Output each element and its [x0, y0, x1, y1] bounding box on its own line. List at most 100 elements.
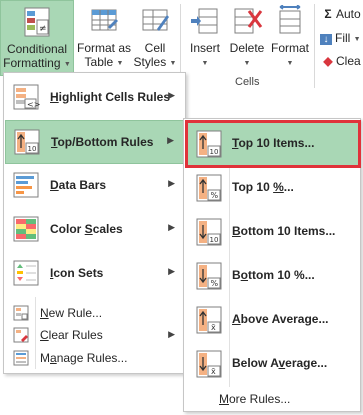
menu-item-label: Icon Sets — [50, 266, 104, 280]
format-cells-icon — [274, 4, 306, 40]
menu-item-label: Highlight Cells Rules — [50, 90, 171, 104]
chevron-right-icon: ▶ — [168, 329, 175, 339]
cell-styles-button[interactable]: Cell Styles ▼ — [133, 0, 177, 76]
chevron-right-icon: ▶ — [168, 266, 175, 276]
svg-text:x̄: x̄ — [211, 367, 216, 376]
menu-item-new-rule[interactable]: New Rule... — [5, 302, 184, 324]
menu-item-label: Top/Bottom Rules — [51, 135, 154, 149]
cells-group-label: Cells — [235, 76, 260, 88]
submenu-item-label: Top 10 Items... — [232, 136, 315, 150]
chevron-right-icon: ▶ — [168, 222, 175, 232]
submenu-item-below-average[interactable]: x̄ Below Average... — [187, 342, 359, 386]
more-rules-label: More Rules... — [219, 392, 291, 406]
format-as-table-button[interactable]: Format as Table ▼ — [75, 0, 133, 76]
submenu-item-more-rules[interactable]: More Rules... — [187, 389, 359, 409]
new-rule-label: New Rule... — [40, 306, 103, 320]
delete-cells-icon — [231, 5, 263, 40]
delete-cells-button[interactable]: Delete ▼ — [226, 0, 268, 76]
bottom-10-percent-icon: % — [196, 262, 222, 290]
below-average-icon: x̄ — [196, 350, 222, 378]
menu-item-color-scales[interactable]: Color Scales ▶ — [5, 208, 184, 252]
cell-styles-label-1: Cell — [144, 41, 166, 55]
svg-text:≠: ≠ — [39, 24, 47, 34]
chevron-down-icon: ▼ — [169, 60, 177, 67]
new-rule-icon — [13, 305, 29, 321]
chevron-down-icon: ▼ — [201, 60, 209, 67]
submenu-item-bottom-10-percent[interactable]: % Bottom 10 %... — [187, 254, 359, 298]
cell-styles-label-2: Styles — [133, 55, 167, 69]
submenu-item-label: Above Average... — [232, 312, 329, 326]
menu-item-top-bottom-rules[interactable]: 10 Top/Bottom Rules ▶ — [5, 120, 184, 164]
submenu-item-top-10-items[interactable]: 10 Top 10 Items... — [185, 120, 361, 168]
insert-cells-button[interactable]: Insert ▼ — [184, 0, 226, 76]
chevron-down-icon: ▼ — [116, 60, 124, 67]
fill-button[interactable]: ↓ Fill ▼ — [320, 31, 361, 49]
menu-item-label: Color Scales — [50, 222, 123, 236]
autosum-button[interactable]: Σ Auto — [320, 7, 361, 25]
top-10-percent-icon: % — [196, 174, 222, 202]
menu-item-label: Data Bars — [50, 178, 107, 192]
clear-rules-label: Clear Rules — [40, 328, 103, 342]
chevron-down-icon: ▼ — [243, 60, 251, 67]
svg-text:x̄: x̄ — [211, 323, 216, 332]
submenu-item-bottom-10-items[interactable]: 10 Bottom 10 Items... — [187, 210, 359, 254]
chevron-down-icon: ▼ — [63, 61, 71, 68]
conditional-formatting-label-2: Formatting — [3, 56, 61, 70]
format-label: Format — [270, 41, 309, 55]
menu-item-icon-sets[interactable]: Icon Sets ▶ — [5, 252, 184, 296]
chevron-right-icon: ▶ — [168, 178, 175, 188]
top-bottom-rules-icon: 10 — [14, 129, 40, 155]
svg-text:10: 10 — [210, 236, 219, 244]
highlight-cells-icon: <> — [13, 84, 40, 110]
delete-label: Delete — [229, 41, 265, 55]
table-grid-icon — [88, 5, 120, 40]
group-separator — [314, 4, 315, 88]
insert-cells-icon — [189, 5, 221, 40]
top-bottom-rules-submenu: 10 Top 10 Items... % Top 10 %... 10 Bott… — [183, 118, 361, 412]
svg-text:10: 10 — [210, 148, 219, 156]
fill-down-icon: ↓ — [320, 34, 332, 45]
menu-item-manage-rules[interactable]: Manage Rules... — [5, 347, 184, 369]
submenu-item-label: Below Average... — [232, 356, 328, 370]
submenu-item-top-10-percent[interactable]: % Top 10 %... — [187, 166, 359, 210]
submenu-item-label: Bottom 10 Items... — [232, 224, 336, 238]
autosum-icon: Σ — [324, 7, 332, 21]
svg-text:10: 10 — [28, 145, 37, 153]
format-as-table-label-2: Table — [84, 55, 114, 69]
chevron-right-icon: ▶ — [168, 90, 175, 100]
submenu-item-label: Bottom 10 %... — [232, 268, 315, 282]
conditional-formatting-button[interactable]: ≠ Conditional Formatting ▼ — [0, 0, 74, 76]
manage-rules-label: Manage Rules... — [40, 351, 128, 365]
format-as-table-label-1: Format as — [76, 41, 131, 55]
bottom-10-items-icon: 10 — [196, 218, 222, 246]
icon-sets-icon — [13, 260, 39, 286]
eraser-icon: ◆ — [323, 54, 333, 68]
conditional-formatting-menu: <> Highlight Cells Rules ▶ 10 Top/Bottom… — [3, 72, 186, 374]
chevron-down-icon: ▼ — [353, 36, 361, 43]
cell-styles-icon — [139, 5, 171, 40]
top-10-items-icon: 10 — [196, 130, 222, 158]
fill-label: Fill — [335, 31, 351, 45]
autosum-label: Auto — [336, 7, 361, 21]
manage-rules-icon — [13, 350, 29, 366]
menu-item-clear-rules[interactable]: Clear Rules ▶ — [5, 324, 184, 346]
svg-text:%: % — [211, 191, 219, 200]
clear-rules-icon — [13, 327, 29, 343]
conditional-formatting-label-1: Conditional — [6, 42, 68, 56]
chevron-right-icon: ▶ — [167, 135, 174, 145]
submenu-item-label: Top 10 %... — [232, 180, 294, 194]
insert-label: Insert — [189, 41, 220, 55]
color-scales-icon — [13, 216, 39, 242]
svg-text:%: % — [211, 279, 219, 288]
data-bars-icon — [13, 172, 39, 198]
conditional-formatting-icon: ≠ — [21, 6, 53, 41]
svg-text:<>: <> — [27, 100, 40, 109]
clear-label: Clea — [336, 54, 361, 68]
above-average-icon: x̄ — [196, 306, 222, 334]
format-cells-button[interactable]: Format ▼ — [268, 0, 312, 76]
menu-item-highlight-cells-rules[interactable]: <> Highlight Cells Rules ▶ — [5, 76, 184, 120]
chevron-down-icon: ▼ — [286, 60, 294, 67]
submenu-item-above-average[interactable]: x̄ Above Average... — [187, 298, 359, 342]
menu-item-data-bars[interactable]: Data Bars ▶ — [5, 164, 184, 208]
clear-button[interactable]: ◆ Clea — [320, 54, 361, 72]
